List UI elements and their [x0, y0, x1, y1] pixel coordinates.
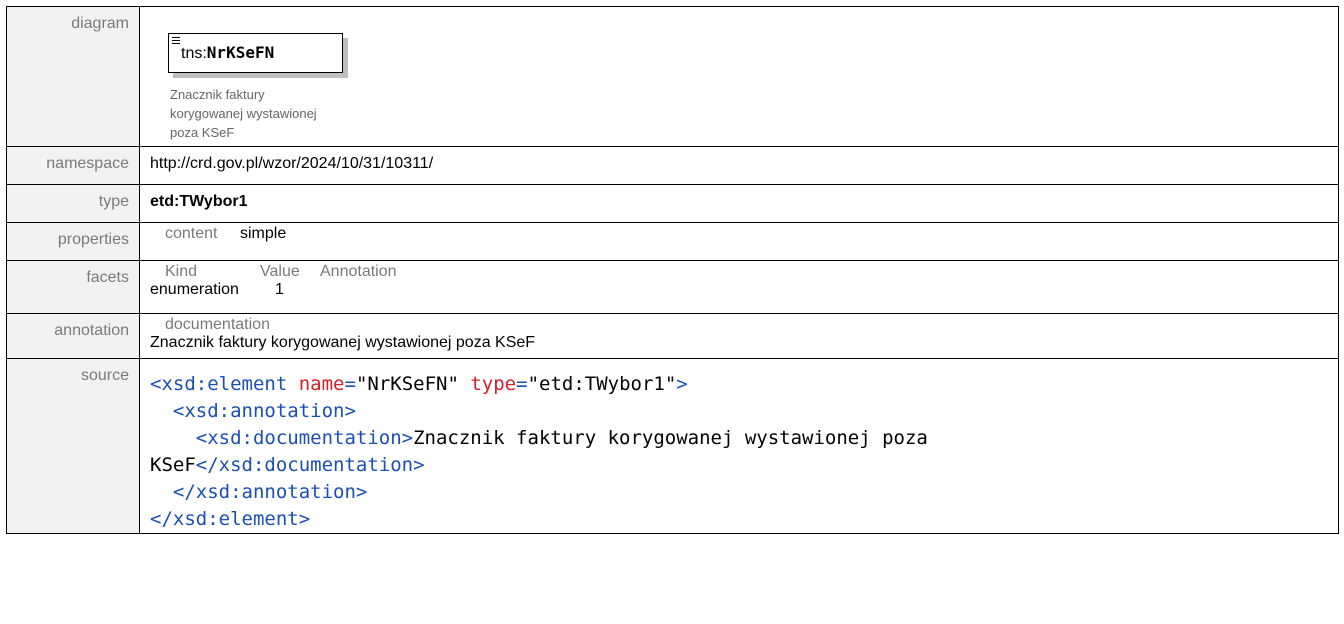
label-diagram: diagram [6, 6, 140, 147]
namespace-value: http://crd.gov.pl/wzor/2024/10/31/10311/ [139, 146, 1339, 185]
source-code: <xsd:element name="NrKSeFN" type="etd:TW… [150, 371, 1328, 533]
facet-annotation [320, 281, 430, 299]
element-doc-table: diagram tns:NrKSeFN Znacznik faktury kor… [6, 6, 1339, 534]
src-tag: <xsd:element [150, 373, 288, 395]
src-attr: type [470, 373, 517, 395]
type-cell: etd:TWybor1 [139, 184, 1339, 223]
row-properties: properties content simple [6, 222, 1339, 261]
source-cell: <xsd:element name="NrKSeFN" type="etd:TW… [139, 358, 1339, 534]
facet-header-value: Value [260, 263, 300, 280]
diagram-cell: tns:NrKSeFN Znacznik faktury korygowanej… [139, 6, 1339, 147]
src-text: Znacznik faktury korygowanej wystawionej… [413, 427, 928, 449]
property-value: simple [240, 225, 287, 242]
src-tag: <xsd:annotation> [172, 400, 356, 422]
facet-header-kind: Kind [165, 263, 198, 280]
facets-grid: Kind Value Annotation enumeration 1 [150, 263, 1328, 299]
diagram-documentation: Znacznik faktury korygowanej wystawionej… [170, 85, 370, 142]
diagram-doc-line: poza KSeF [170, 125, 235, 140]
properties-grid: content simple [150, 225, 1328, 243]
row-facets: facets Kind Value Annotation enumeration… [6, 260, 1339, 314]
src-tag-close: > [676, 373, 688, 395]
annotation-cell: documentation Znacznik faktury korygowan… [139, 313, 1339, 359]
label-namespace: namespace [6, 146, 140, 185]
label-source: source [6, 358, 140, 534]
src-eq: = [516, 373, 528, 395]
src-attr: name [298, 373, 345, 395]
annotation-text: Znacznik faktury korygowanej wystawionej… [150, 334, 536, 351]
facet-kind: enumeration [150, 281, 239, 298]
src-value: "NrKSeFN" [355, 373, 459, 395]
src-text: KSeF [150, 454, 196, 476]
diagram-element-name: NrKSeFN [206, 43, 275, 62]
diagram-element-title: tns:NrKSeFN [181, 43, 274, 63]
src-tag: </xsd:element> [150, 508, 311, 530]
diagram-doc-line: korygowanej wystawionej [170, 106, 317, 121]
property-key: content [165, 225, 218, 242]
src-tag: </xsd:annotation> [172, 481, 368, 503]
annotation-key: documentation [165, 316, 270, 333]
diagram-doc-line: Znacznik faktury [170, 87, 265, 102]
element-lines-icon [172, 37, 180, 46]
row-type: type etd:TWybor1 [6, 184, 1339, 223]
src-value: "etd:TWybor1" [527, 373, 677, 395]
label-properties: properties [6, 222, 140, 261]
label-facets: facets [6, 260, 140, 314]
row-namespace: namespace http://crd.gov.pl/wzor/2024/10… [6, 146, 1339, 185]
facet-header-annotation: Annotation [320, 263, 397, 280]
facets-cell: Kind Value Annotation enumeration 1 [139, 260, 1339, 314]
type-value: etd:TWybor1 [150, 193, 248, 210]
row-source: source <xsd:element name="NrKSeFN" type=… [6, 358, 1339, 534]
properties-cell: content simple [139, 222, 1339, 261]
row-annotation: annotation documentation Znacznik faktur… [6, 313, 1339, 359]
facet-value: 1 [275, 281, 284, 298]
element-diagram-box[interactable]: tns:NrKSeFN [168, 33, 343, 73]
src-eq: = [344, 373, 356, 395]
row-diagram: diagram tns:NrKSeFN Znacznik faktury kor… [6, 6, 1339, 147]
src-tag: <xsd:documentation> [195, 427, 414, 449]
label-type: type [6, 184, 140, 223]
diagram-prefix: tns: [181, 45, 207, 62]
label-annotation: annotation [6, 313, 140, 359]
src-tag: </xsd:documentation> [195, 454, 425, 476]
